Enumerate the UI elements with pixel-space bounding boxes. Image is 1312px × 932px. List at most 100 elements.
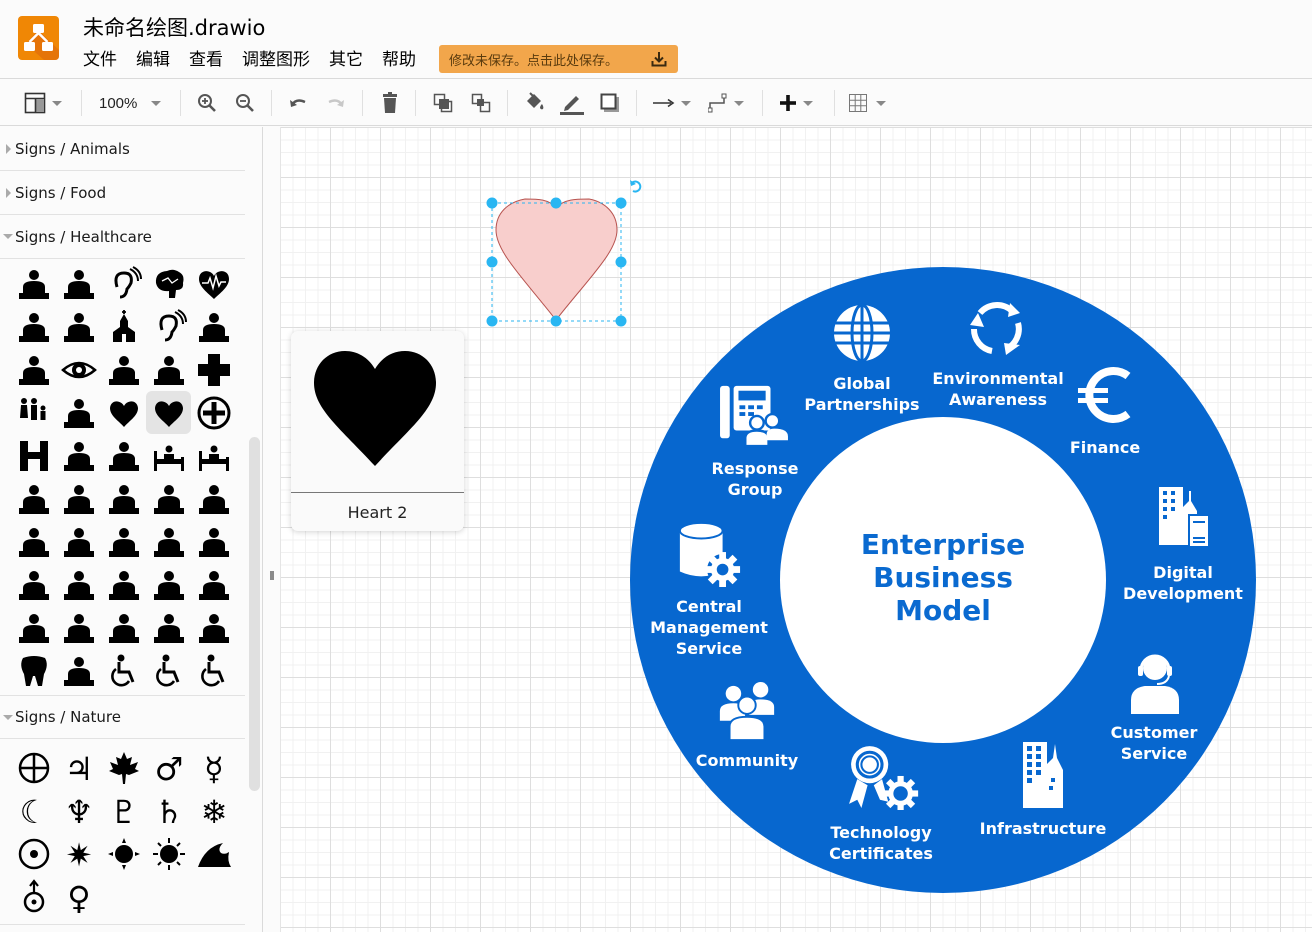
menu-edit[interactable]: 编辑 [136,48,170,72]
to-front-button[interactable] [433,90,453,116]
shape-moon[interactable]: ☾ [11,789,56,832]
shape-infectious-disease[interactable] [101,434,146,477]
shape-saturn[interactable]: ♄ [146,789,191,832]
shape-genetics-family[interactable] [11,391,56,434]
segment-label[interactable]: Global Partnerships [804,373,919,415]
shape-mri[interactable] [146,520,191,563]
shape-surgery[interactable] [146,606,191,649]
shape-nurse[interactable] [11,305,56,348]
splitter-grip-icon[interactable] [270,571,274,580]
shape-wave[interactable] [191,832,236,875]
shape-coughing[interactable] [191,305,236,348]
shape-inpatient[interactable] [146,434,191,477]
shape-medical-library[interactable] [11,520,56,563]
delete-button[interactable] [380,90,400,116]
shape-oncology[interactable] [56,563,101,606]
shape-eye[interactable] [56,348,101,391]
shape-sun-symbol[interactable] [11,832,56,875]
resize-handle[interactable] [486,197,498,209]
shape-heart-monitor[interactable] [191,262,236,305]
resize-handle[interactable] [486,256,498,268]
resize-handle[interactable] [615,315,627,327]
shadow-button[interactable] [600,90,620,116]
shape-medical-records[interactable] [56,520,101,563]
shape-wheelchair-2[interactable] [146,649,191,692]
shape-pharmacy[interactable] [146,563,191,606]
shape-earth-symbol[interactable] [11,746,56,789]
resize-handle[interactable] [550,197,562,209]
shape-neptune[interactable]: ♆ [56,789,101,832]
shape-snowflake[interactable]: ❄ [191,789,236,832]
shape-lungs[interactable] [101,477,146,520]
selected-heart-shape[interactable] [480,175,642,335]
fill-color-button[interactable] [524,90,546,116]
menu-help[interactable]: 帮助 [382,48,416,72]
section-signs-animals[interactable]: Signs / Animals [0,127,245,171]
segment-label[interactable]: Central Management Service [650,596,768,659]
shape-hospital[interactable] [11,434,56,477]
document-title[interactable]: 未命名绘图.drawio [83,12,265,42]
shape-eye-clinic[interactable] [101,348,146,391]
waypoints-dropdown[interactable] [708,90,744,116]
format-panel-button[interactable] [24,90,62,116]
shape-x-ray-scanner[interactable] [56,305,101,348]
shape-heart[interactable] [101,391,146,434]
shape-sign-language[interactable] [56,606,101,649]
shape-venus[interactable]: ♀ [56,875,101,918]
shape-mars[interactable]: ♂ [146,746,191,789]
menu-file[interactable]: 文件 [83,48,117,72]
shape-family-doctor[interactable] [146,348,191,391]
shape-jupiter[interactable]: ♃ [56,746,101,789]
shape-chapel[interactable] [101,305,146,348]
shape-wheelchair[interactable] [101,649,146,692]
shape-mental-gears[interactable] [101,520,146,563]
shape-kidney[interactable] [56,477,101,520]
shape-plus-circle[interactable] [191,391,236,434]
segment-label[interactable]: Customer Service [1111,722,1198,764]
shape-social-services[interactable] [101,606,146,649]
segment-label[interactable]: Technology Certificates [829,822,933,864]
insert-dropdown[interactable] [779,90,813,116]
segment-label[interactable]: Response Group [712,458,799,500]
line-color-button[interactable] [560,90,584,116]
shape-physical-therapy[interactable] [101,563,146,606]
shape-sun-2[interactable] [146,832,191,875]
shape-heart-2[interactable] [146,391,191,434]
undo-button[interactable] [288,90,308,116]
shape-neurology[interactable] [191,520,236,563]
section-signs-nature[interactable]: Signs / Nature [0,695,245,739]
shape-massage[interactable] [191,563,236,606]
shape-mammography[interactable] [146,477,191,520]
segment-label[interactable]: Environmental Awareness [932,368,1063,410]
section-signs-food[interactable]: Signs / Food [0,171,245,215]
shape-tooth[interactable] [11,649,56,692]
segment-label[interactable]: Digital Development [1123,562,1243,604]
resize-handle[interactable] [615,197,627,209]
diagram-title[interactable]: Enterprise Business Model [861,528,1025,627]
resize-handle[interactable] [486,315,498,327]
shape-nutrition[interactable] [11,563,56,606]
shape-registration[interactable] [11,606,56,649]
shape-hearing-assistance[interactable] [146,305,191,348]
shape-first-aid-cross[interactable] [191,348,236,391]
shape-brain[interactable] [146,262,191,305]
shape-mercury[interactable]: ☿ [191,746,236,789]
heart-shape[interactable] [495,198,618,321]
shape-blood-test[interactable] [11,348,56,391]
shape-health-education[interactable] [56,391,101,434]
unsaved-changes-save-button[interactable]: 修改未保存。点击此处保存。 [439,45,678,73]
connection-style-dropdown[interactable] [653,90,691,116]
shape-mental-health[interactable] [191,477,236,520]
shape-acupuncture[interactable] [11,262,56,305]
segment-label[interactable]: Community [696,750,798,771]
shape-ultrasound[interactable] [56,649,101,692]
zoom-level-dropdown[interactable]: 100% [99,90,162,116]
shape-pluto[interactable]: ♇ [101,789,146,832]
zoom-out-button[interactable] [235,90,255,116]
menu-extras[interactable]: 其它 [329,48,363,72]
shape-internal-medicine[interactable] [11,477,56,520]
rotate-handle-icon[interactable] [630,180,642,193]
menu-view[interactable]: 查看 [189,48,223,72]
segment-label[interactable]: Finance [1070,437,1140,458]
shape-uranus[interactable] [11,875,56,918]
